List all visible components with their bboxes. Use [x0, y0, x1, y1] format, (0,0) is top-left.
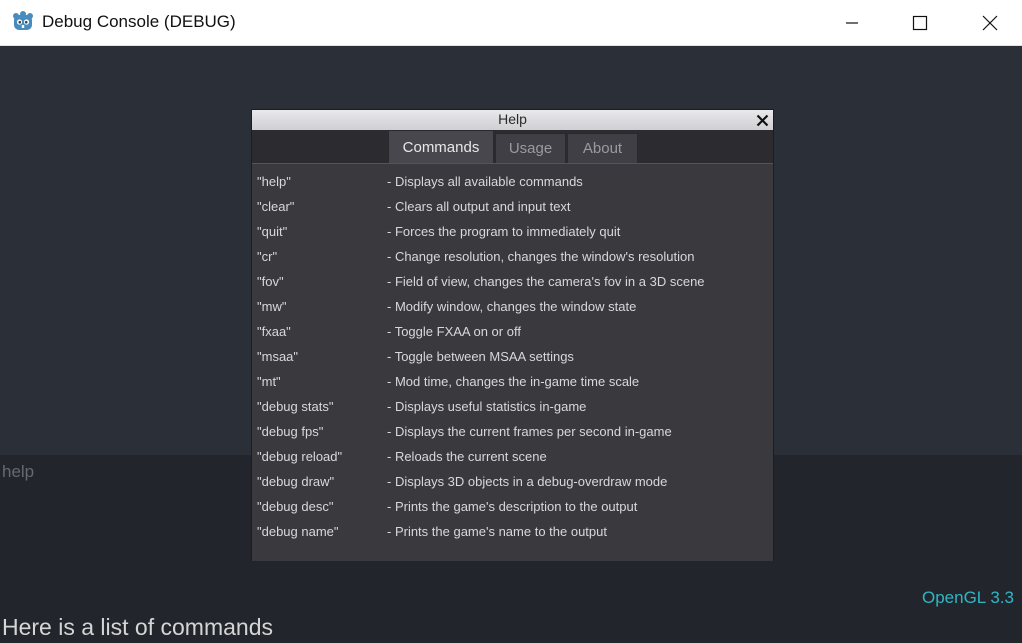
command-name: "quit"	[257, 224, 288, 239]
command-name: "debug name"	[257, 524, 339, 539]
list-item: "clear" - Clears all output and input te…	[252, 189, 773, 214]
command-name: "cr"	[257, 249, 278, 264]
list-item: "debug draw" - Displays 3D objects in a …	[252, 464, 773, 489]
command-name: "debug draw"	[257, 474, 335, 489]
command-name: "fxaa"	[257, 324, 291, 339]
list-item: "debug desc" - Prints the game's descrip…	[252, 489, 773, 514]
list-item: "debug reload" - Reloads the current sce…	[252, 439, 773, 464]
dialog-titlebar[interactable]: Help	[252, 110, 773, 130]
command-name: "clear"	[257, 199, 295, 214]
tab-commands[interactable]: Commands	[388, 130, 494, 164]
command-description: - Displays all available commands	[387, 174, 583, 189]
tab-bar: Commands Usage About	[252, 130, 773, 164]
command-description: - Toggle FXAA on or off	[387, 324, 521, 339]
close-icon	[756, 114, 768, 126]
godot-icon	[13, 11, 33, 30]
command-name: "mw"	[257, 299, 287, 314]
list-item: "mt" - Mod time, changes the in-game tim…	[252, 364, 773, 389]
command-description: - Displays 3D objects in a debug-overdra…	[387, 474, 668, 489]
command-name: "help"	[257, 174, 291, 189]
minimize-button[interactable]	[817, 0, 887, 45]
command-description: - Displays the current frames per second…	[387, 424, 672, 439]
dialog-title: Help	[498, 111, 527, 127]
command-description: - Modify window, changes the window stat…	[387, 299, 637, 314]
maximize-button[interactable]	[885, 0, 955, 45]
close-window-button[interactable]	[955, 0, 1022, 45]
list-item: "debug name" - Prints the game's name to…	[252, 514, 773, 539]
command-name: "fov"	[257, 274, 284, 289]
window-titlebar: Debug Console (DEBUG)	[0, 0, 1022, 46]
list-item: "debug fps" - Displays the current frame…	[252, 414, 773, 439]
console-input[interactable]: help	[2, 462, 34, 482]
renderer-label: OpenGL 3.3	[922, 588, 1014, 607]
command-description: - Change resolution, changes the window'…	[387, 249, 695, 264]
list-item: "help" - Displays all available commands	[252, 164, 773, 189]
command-description: - Clears all output and input text	[387, 199, 571, 214]
command-description: - Toggle between MSAA settings	[387, 349, 574, 364]
command-name: "debug fps"	[257, 424, 324, 439]
tab-about[interactable]: About	[567, 133, 638, 164]
maximize-icon	[912, 15, 928, 30]
command-name: "mt"	[257, 374, 281, 389]
close-icon	[982, 15, 998, 30]
list-item: "fxaa" - Toggle FXAA on or off	[252, 314, 773, 339]
command-description: - Prints the game's description to the o…	[387, 499, 638, 514]
command-description: - Displays useful statistics in-game	[387, 399, 587, 414]
commands-list: "help" - Displays all available commands…	[252, 163, 773, 561]
help-dialog: Help Commands Usage About "help" - Displ…	[251, 109, 774, 561]
command-name: "debug desc"	[257, 499, 334, 514]
command-description: - Forces the program to immediately quit	[387, 224, 621, 239]
command-name: "msaa"	[257, 349, 299, 364]
command-name: "debug stats"	[257, 399, 334, 414]
list-item: "msaa" - Toggle between MSAA settings	[252, 339, 773, 364]
window-title: Debug Console (DEBUG)	[42, 12, 236, 31]
dialog-close-button[interactable]	[753, 111, 771, 129]
command-description: - Mod time, changes the in-game time sca…	[387, 374, 640, 389]
console-output: Here is a list of commands	[2, 614, 273, 640]
command-description: - Prints the game's name to the output	[387, 524, 607, 539]
list-item: "quit" - Forces the program to immediate…	[252, 214, 773, 239]
list-item: "cr" - Change resolution, changes the wi…	[252, 239, 773, 264]
command-name: "debug reload"	[257, 449, 343, 464]
command-description: - Reloads the current scene	[387, 449, 547, 464]
tab-usage[interactable]: Usage	[495, 133, 566, 164]
list-item: "mw" - Modify window, changes the window…	[252, 289, 773, 314]
list-item: "fov" - Field of view, changes the camer…	[252, 264, 773, 289]
list-item: "debug stats" - Displays useful statisti…	[252, 389, 773, 414]
minimize-icon	[846, 21, 858, 24]
command-description: - Field of view, changes the camera's fo…	[387, 274, 705, 289]
